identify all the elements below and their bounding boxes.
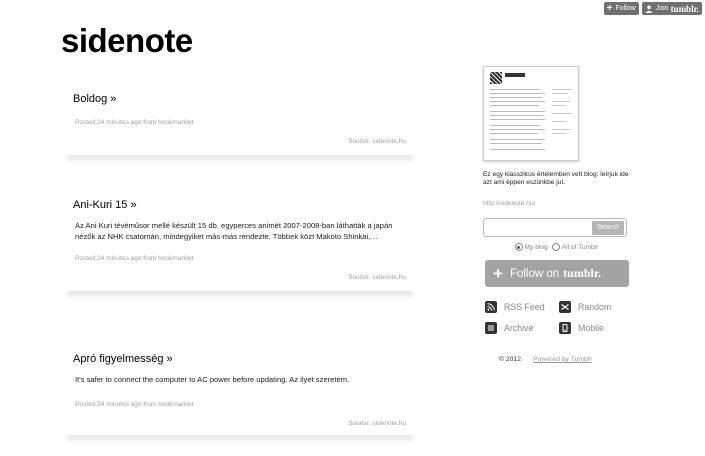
- qr-code-icon: [490, 72, 502, 84]
- search-input[interactable]: [486, 221, 592, 235]
- powered-by-tumblr-link[interactable]: Powered by Tumblr: [533, 356, 592, 363]
- rss-icon: [485, 301, 497, 314]
- blog-description: Ez egy klasszikus értelemben vett blog: …: [483, 171, 629, 187]
- rss-feed-link[interactable]: RSS Feed: [485, 301, 559, 314]
- link-label: RSS Feed: [504, 302, 545, 313]
- join-tumblr-button[interactable]: Join tumblr.: [641, 2, 702, 15]
- post-body: Az Ani Kuri tévéműsor mellé készült 15 d…: [75, 221, 393, 241]
- post-meta: Posted 24 minutes ago from bookmarklet: [75, 255, 194, 262]
- radio-checked-icon: [514, 243, 523, 252]
- archive-link[interactable]: Archive: [485, 322, 559, 335]
- post: Apró figyelmesség » It's safer to connec…: [64, 322, 414, 441]
- post-divider: [67, 291, 413, 297]
- post-source[interactable]: Source: sidenote.hu: [64, 420, 406, 427]
- mobile-icon: [559, 322, 571, 335]
- blog-preview-thumbnail[interactable]: [483, 66, 579, 161]
- random-link[interactable]: Random: [559, 301, 629, 314]
- post-title[interactable]: Ani-Kuri 15 »: [73, 199, 414, 211]
- post-source[interactable]: Source: sidenote.hu: [64, 138, 406, 145]
- follow-on-tumblr-button[interactable]: + Follow on tumblr.: [485, 260, 629, 288]
- site-title[interactable]: sidenote: [61, 22, 193, 60]
- post-title[interactable]: Apró figyelmesség »: [73, 353, 414, 365]
- post-body: It's safer to connect the computer to AC…: [75, 375, 350, 384]
- post-divider: [67, 434, 413, 441]
- follow-on-label: Follow on: [509, 267, 560, 280]
- post-source[interactable]: Source: sidenote.hu: [64, 274, 406, 281]
- radio-all-of-tumblr[interactable]: All of Tumblr: [551, 243, 599, 252]
- link-label: Mobile: [578, 323, 604, 334]
- search-box: Search: [483, 218, 627, 238]
- radio-unchecked-icon: [551, 243, 560, 252]
- post-divider: [67, 155, 413, 161]
- blog-url[interactable]: http://sidenote.hu/: [483, 200, 630, 207]
- radio-label: My blog: [524, 243, 548, 251]
- sidebar-links: RSS Feed Random Archive Mobile: [485, 301, 630, 335]
- archive-icon: [485, 322, 497, 335]
- tumblr-brand: tumblr.: [670, 3, 699, 14]
- footer: © 2012 Powered by Tumblr: [499, 356, 630, 363]
- radio-label: All of Tumblr: [561, 243, 599, 251]
- top-controls: + Follow Join tumblr.: [603, 2, 702, 15]
- mobile-link[interactable]: Mobile: [559, 322, 629, 335]
- copyright: © 2012: [499, 356, 522, 364]
- link-label: Archive: [504, 323, 534, 334]
- search-scope: My blog All of Tumblr: [483, 243, 630, 252]
- link-label: Random: [578, 302, 612, 313]
- tumblr-brand: tumblr.: [563, 266, 602, 281]
- post-meta: Posted 24 minutes ago from bookmarklet: [75, 119, 194, 126]
- shuffle-icon: [559, 301, 571, 314]
- post-meta: Posted 24 minutes ago from bookmarklet: [75, 400, 194, 408]
- search-button[interactable]: Search: [591, 220, 624, 235]
- preview-title-mark: [505, 73, 525, 77]
- plus-icon: +: [606, 2, 613, 14]
- follow-label: Follow: [615, 5, 636, 12]
- plus-icon: +: [493, 264, 503, 284]
- person-icon: [645, 5, 653, 13]
- radio-my-blog[interactable]: My blog: [514, 243, 548, 252]
- sidebar: Ez egy klasszikus értelemben vett blog: …: [483, 66, 630, 363]
- post: Ani-Kuri 15 » Az Ani Kuri tévéműsor mell…: [64, 168, 414, 322]
- post: Boldog » Posted 24 minutes ago from book…: [64, 82, 414, 168]
- post-list: Boldog » Posted 24 minutes ago from book…: [64, 82, 414, 441]
- follow-button[interactable]: + Follow: [603, 2, 639, 15]
- post-title[interactable]: Boldog »: [73, 93, 414, 105]
- join-label: Join: [655, 5, 669, 12]
